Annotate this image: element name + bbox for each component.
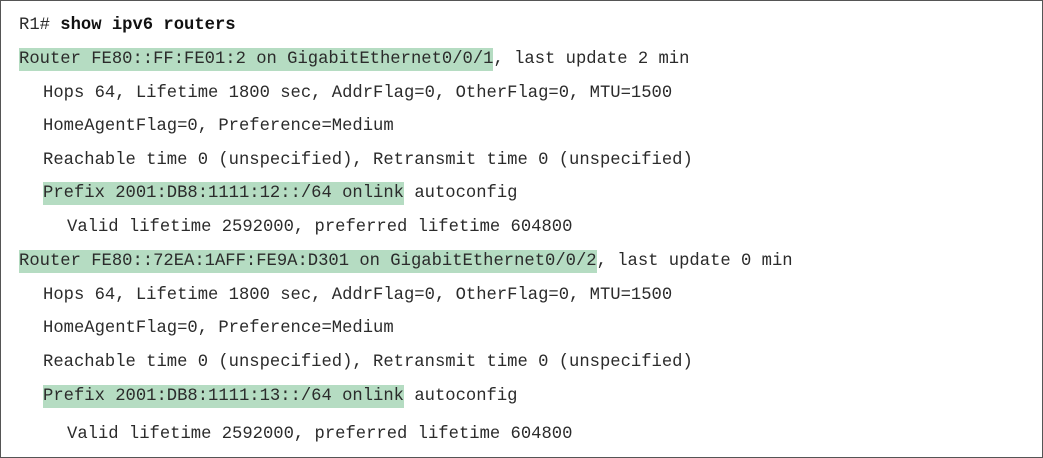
- router-reachable-line: Reachable time 0 (unspecified), Retransm…: [43, 151, 693, 170]
- prefix-highlight: Prefix 2001:DB8:1111:12::/64 onlink: [43, 182, 404, 205]
- router-prefix-line: Prefix 2001:DB8:1111:13::/64 onlink auto…: [19, 385, 517, 409]
- prefix-rest: autoconfig: [404, 184, 518, 203]
- router-header: Router FE80::FF:FE01:2 on GigabitEtherne…: [19, 48, 689, 72]
- prefix-lifetime-line: Valid lifetime 2592000, preferred lifeti…: [67, 218, 573, 237]
- router-hops-line: Hops 64, Lifetime 1800 sec, AddrFlag=0, …: [43, 84, 673, 103]
- router-flags-line: HomeAgentFlag=0, Preference=Medium: [43, 319, 394, 338]
- router-flags-line: HomeAgentFlag=0, Preference=Medium: [43, 117, 394, 136]
- router-header-highlight: Router FE80::72EA:1AFF:FE9A:D301 on Giga…: [19, 250, 597, 273]
- cli-prompt: R1#: [19, 16, 50, 35]
- command-line: R1# show ipv6 routers: [19, 14, 236, 38]
- router-reachable-line: Reachable time 0 (unspecified), Retransm…: [43, 353, 693, 372]
- router-prefix-line: Prefix 2001:DB8:1111:12::/64 onlink auto…: [19, 182, 517, 206]
- router-header-rest: , last update 2 min: [493, 50, 690, 69]
- cli-command: show ipv6 routers: [60, 16, 236, 35]
- prefix-lifetime-line: Valid lifetime 2592000, preferred lifeti…: [67, 425, 573, 444]
- prefix-highlight: Prefix 2001:DB8:1111:13::/64 onlink: [43, 385, 404, 408]
- router-header-highlight: Router FE80::FF:FE01:2 on GigabitEtherne…: [19, 48, 494, 71]
- terminal-output: R1# show ipv6 routers Router FE80::FF:FE…: [0, 0, 1043, 458]
- router-hops-line: Hops 64, Lifetime 1800 sec, AddrFlag=0, …: [43, 286, 673, 305]
- prefix-rest: autoconfig: [404, 387, 518, 406]
- router-header-rest: , last update 0 min: [596, 252, 793, 271]
- router-header: Router FE80::72EA:1AFF:FE9A:D301 on Giga…: [19, 250, 793, 274]
